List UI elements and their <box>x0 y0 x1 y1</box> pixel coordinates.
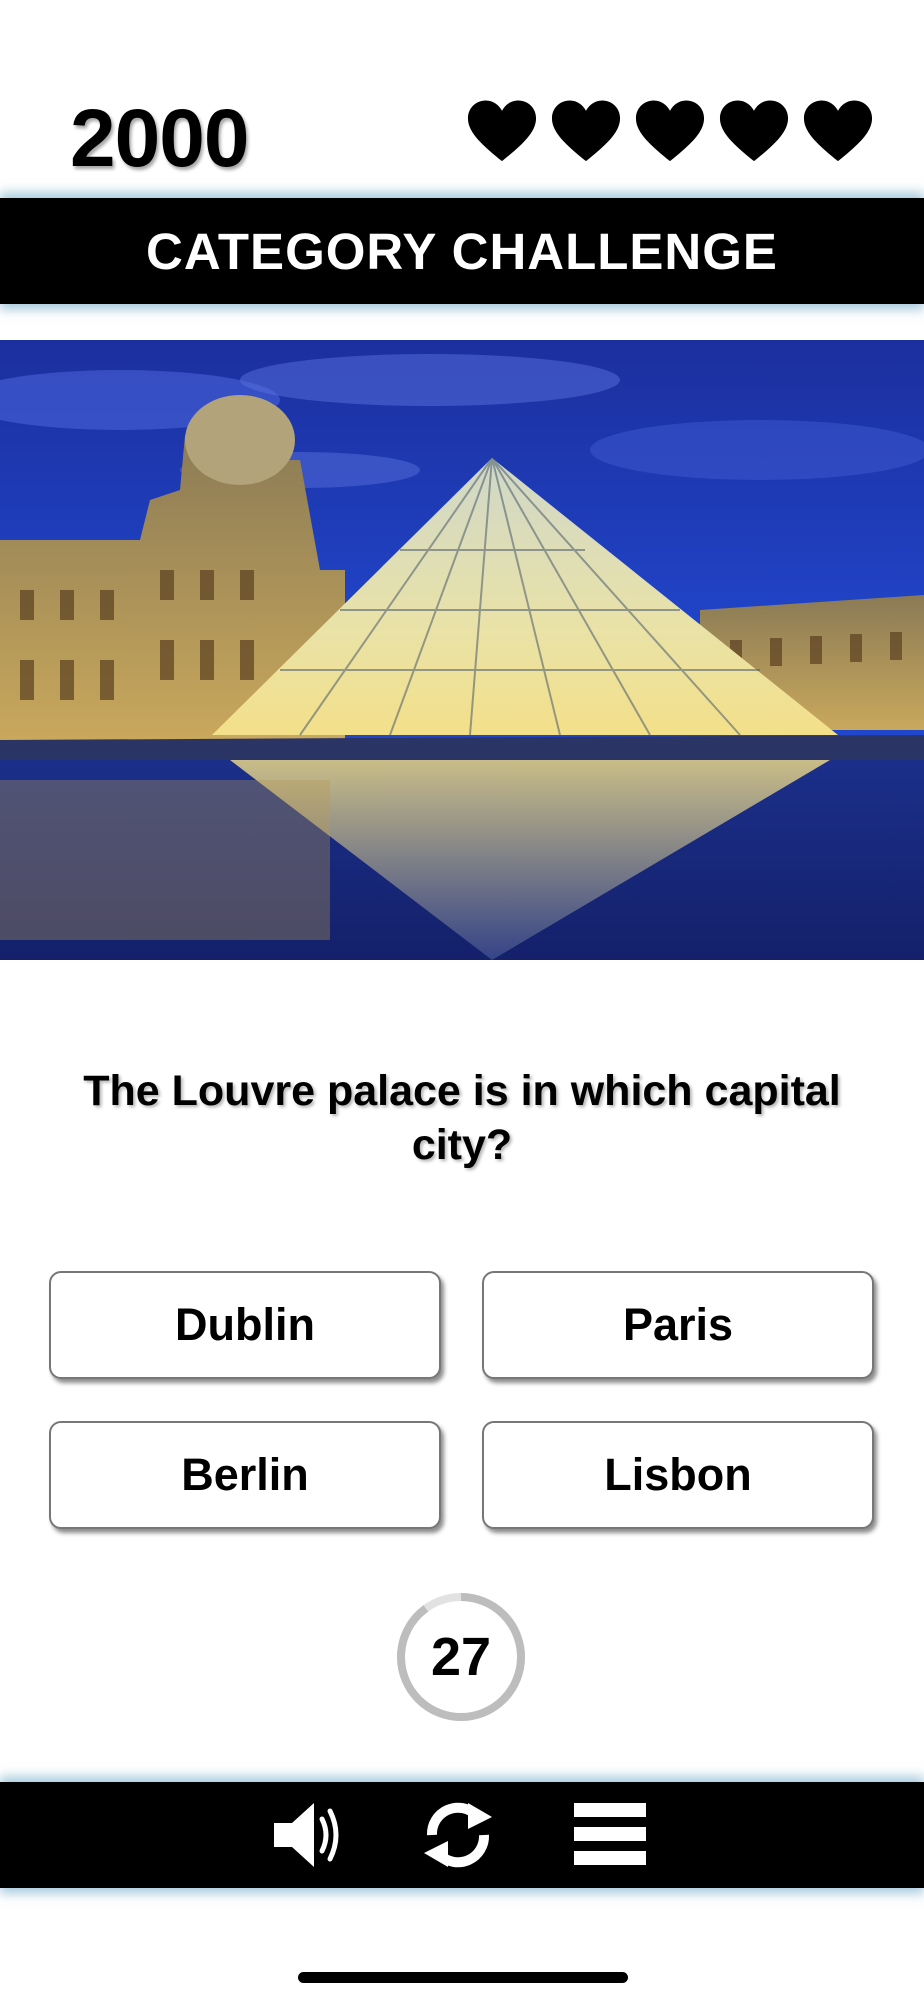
timer-value: 27 <box>430 1627 492 1687</box>
question-photo <box>0 340 924 960</box>
answer-label: Lisbon <box>604 1449 752 1500</box>
heart-icon <box>717 96 791 170</box>
countdown-timer: 27 <box>394 1590 528 1724</box>
category-title: CATEGORY CHALLENGE <box>146 223 778 280</box>
answer-label: Dublin <box>175 1299 315 1350</box>
heart-icon <box>801 96 875 170</box>
lives-hearts <box>465 96 885 170</box>
speaker-icon <box>274 1803 339 1867</box>
heart-icon <box>465 96 539 170</box>
title-bar: CATEGORY CHALLENGE <box>0 198 924 304</box>
answer-label: Paris <box>622 1299 734 1350</box>
refresh-icon <box>424 1802 492 1868</box>
refresh-button[interactable] <box>418 1797 498 1873</box>
answer-button-3[interactable]: Berlin <box>49 1421 441 1529</box>
menu-button[interactable] <box>570 1797 650 1873</box>
home-indicator <box>298 1972 628 1983</box>
heart-icon <box>633 96 707 170</box>
answer-button-4[interactable]: Lisbon <box>482 1421 874 1529</box>
answer-label: Berlin <box>181 1449 309 1500</box>
question-text: The Louvre palace is in which capital ci… <box>83 1067 841 1169</box>
menu-icon <box>574 1803 646 1865</box>
answer-button-2[interactable]: Paris <box>482 1271 874 1379</box>
heart-icon <box>549 96 623 170</box>
sound-button[interactable] <box>272 1797 352 1873</box>
answer-button-1[interactable]: Dublin <box>49 1271 441 1379</box>
score-display: 2000 <box>70 93 249 184</box>
bottom-toolbar <box>0 1782 924 1888</box>
